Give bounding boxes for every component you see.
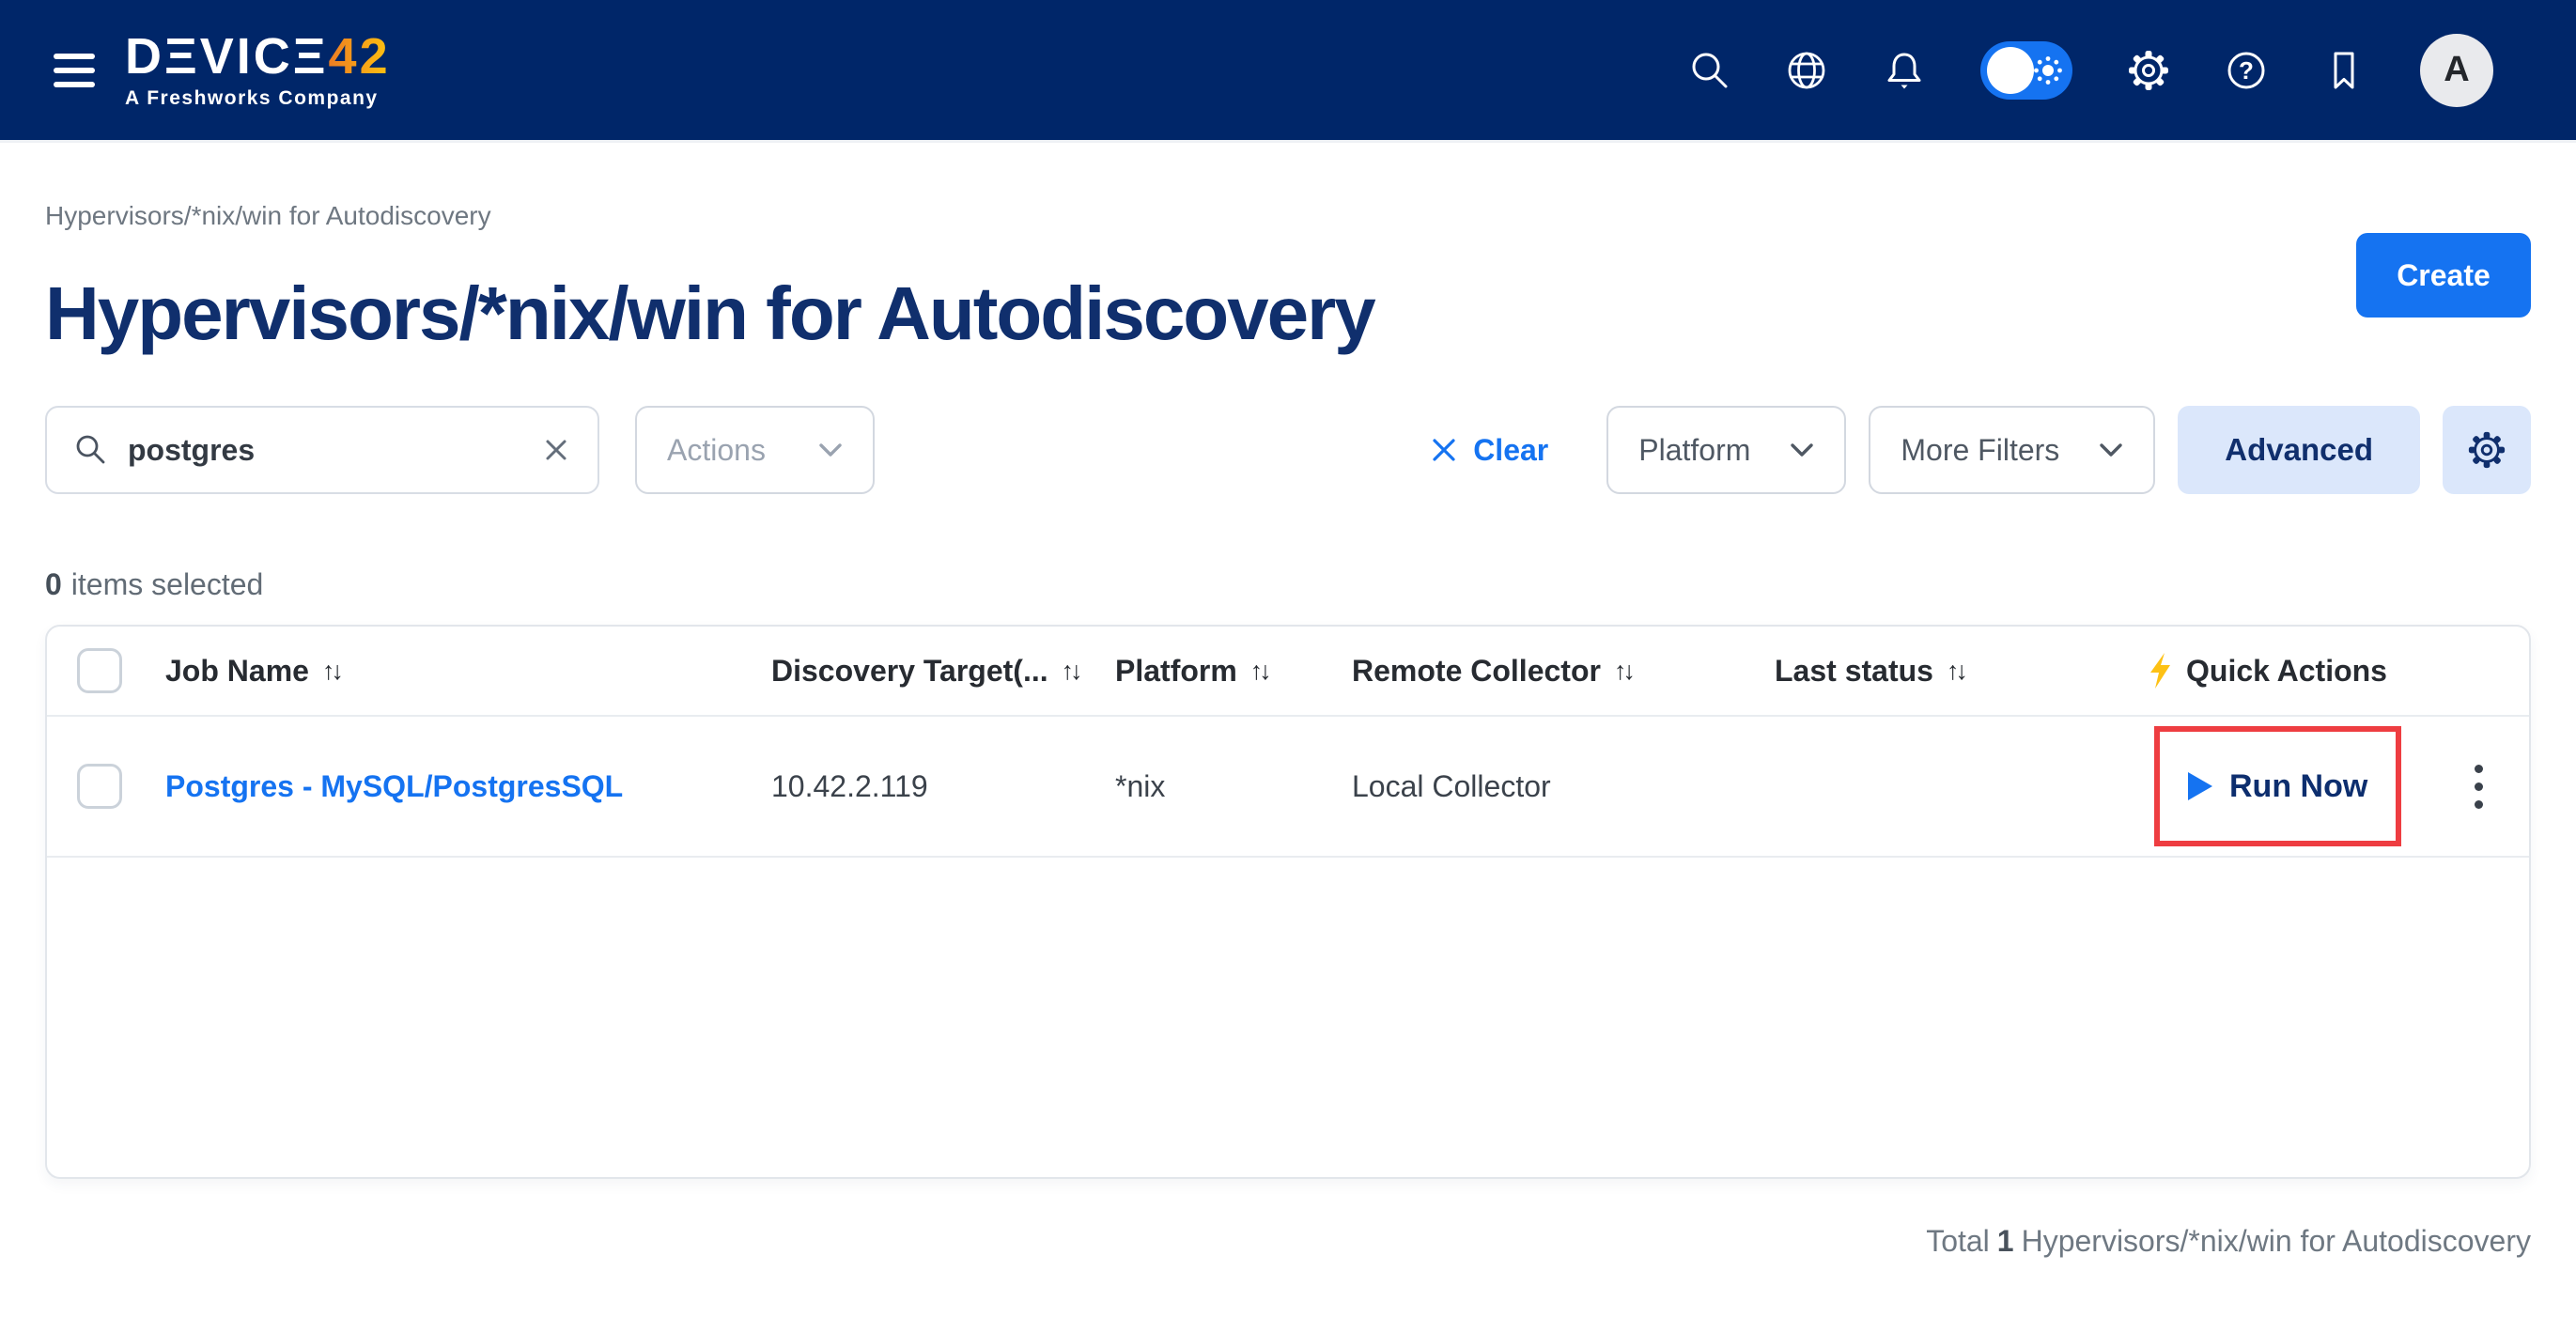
globe-icon[interactable] — [1785, 49, 1828, 92]
search-input[interactable] — [128, 433, 520, 468]
table-row: Postgres - MySQL/PostgresSQL 10.42.2.119… — [47, 717, 2529, 858]
gear-icon — [2466, 429, 2507, 471]
sort-icon[interactable]: ↑↓ — [1062, 657, 1079, 686]
search-box — [45, 406, 599, 494]
total-count: 1 — [1997, 1224, 2014, 1258]
bookmark-icon[interactable] — [2322, 49, 2366, 92]
sort-icon[interactable]: ↑↓ — [1250, 657, 1268, 686]
navbar-left: DΞVICΞ42 A Freshworks Company — [54, 31, 391, 110]
job-name-link[interactable]: Postgres - MySQL/PostgresSQL — [165, 769, 623, 804]
search-icon — [73, 433, 107, 467]
logo-tagline: A Freshworks Company — [125, 87, 391, 110]
jobs-table: Job Name ↑↓ Discovery Target(... ↑↓ Plat… — [45, 625, 2531, 1179]
header-checkbox-cell — [47, 648, 150, 693]
select-all-checkbox[interactable] — [77, 648, 122, 693]
toolbar-left: Actions — [45, 406, 875, 494]
chevron-down-icon — [2099, 442, 2123, 457]
notifications-bell-icon[interactable] — [1883, 49, 1926, 92]
top-navbar: DΞVICΞ42 A Freshworks Company — [0, 0, 2576, 143]
avatar[interactable]: A — [2420, 34, 2493, 107]
sort-icon[interactable]: ↑↓ — [1947, 657, 1964, 686]
avatar-letter: A — [2444, 50, 2469, 90]
run-now-label: Run Now — [2229, 768, 2367, 805]
clear-label: Clear — [1473, 433, 1548, 468]
clear-search-icon[interactable] — [541, 435, 571, 465]
help-icon[interactable]: ? — [2225, 49, 2268, 92]
annotation-highlight-box: Run Now — [2154, 726, 2401, 846]
table-header-row: Job Name ↑↓ Discovery Target(... ↑↓ Plat… — [47, 627, 2529, 717]
logo-text-42: 42 — [329, 28, 391, 85]
total-suffix: Hypervisors/*nix/win for Autodiscovery — [2022, 1224, 2531, 1258]
page-title: Hypervisors/*nix/win for Autodiscovery — [45, 271, 1374, 357]
cell-job-name: Postgres - MySQL/PostgresSQL — [150, 769, 756, 804]
toggle-knob — [1987, 47, 2034, 94]
device42-logo: DΞVICΞ42 A Freshworks Company — [125, 31, 391, 110]
settings-gear-icon[interactable] — [2127, 49, 2170, 92]
title-row: Hypervisors/*nix/win for Autodiscovery C… — [45, 271, 2531, 357]
page-content: Hypervisors/*nix/win for Autodiscovery H… — [0, 201, 2576, 1259]
chevron-down-icon — [1790, 442, 1814, 457]
theme-toggle[interactable] — [1980, 41, 2072, 100]
platform-dropdown[interactable]: Platform — [1606, 406, 1846, 494]
more-filters-dropdown[interactable]: More Filters — [1869, 406, 2155, 494]
column-header-last-status[interactable]: Last status ↑↓ — [1760, 654, 2132, 689]
logo-wordmark: DΞVICΞ42 — [125, 31, 391, 82]
actions-dropdown[interactable]: Actions — [635, 406, 875, 494]
advanced-button[interactable]: Advanced — [2178, 406, 2420, 494]
actions-dropdown-label: Actions — [667, 433, 766, 468]
selection-count: 0 — [45, 567, 62, 601]
column-header-remote-collector[interactable]: Remote Collector ↑↓ — [1337, 654, 1760, 689]
more-filters-dropdown-label: More Filters — [1901, 433, 2059, 468]
column-header-discovery-target[interactable]: Discovery Target(... ↑↓ — [756, 654, 1100, 689]
selection-status: 0 items selected — [45, 567, 2531, 602]
logo-text-device: DΞVICΞ — [125, 28, 329, 85]
chevron-down-icon — [818, 442, 843, 457]
column-header-platform[interactable]: Platform ↑↓ — [1100, 654, 1337, 689]
selection-label: items selected — [71, 567, 264, 601]
search-icon[interactable] — [1687, 49, 1730, 92]
cell-row-menu — [2413, 755, 2529, 818]
total-label: Total — [1926, 1224, 1990, 1258]
svg-text:?: ? — [2239, 56, 2254, 85]
create-button[interactable]: Create — [2356, 233, 2531, 318]
cell-quick-actions: Run Now — [2132, 726, 2413, 846]
column-header-quick-actions: Quick Actions — [2132, 653, 2413, 689]
cell-remote-collector: Local Collector — [1337, 769, 1760, 804]
play-icon — [2188, 772, 2212, 800]
column-header-job-name[interactable]: Job Name ↑↓ — [150, 654, 756, 689]
toolbar-right: Clear Platform More Filters Advanced — [1430, 406, 2531, 494]
lightning-bolt-icon — [2147, 653, 2173, 689]
row-checkbox[interactable] — [77, 764, 122, 809]
platform-dropdown-label: Platform — [1638, 433, 1750, 468]
clear-x-icon — [1430, 436, 1458, 464]
table-total: Total1Hypervisors/*nix/win for Autodisco… — [45, 1224, 2531, 1259]
run-now-button[interactable]: Run Now — [2188, 768, 2367, 805]
toolbar: Actions Clear Platform More Filters — [45, 406, 2531, 494]
sun-icon — [2033, 55, 2063, 90]
cell-platform: *nix — [1100, 769, 1337, 804]
hamburger-menu-icon[interactable] — [54, 54, 95, 87]
navbar-icons: ? A — [1687, 34, 2493, 107]
clear-filters-button[interactable]: Clear — [1430, 433, 1548, 468]
kebab-menu-icon[interactable] — [2465, 755, 2492, 818]
breadcrumb: Hypervisors/*nix/win for Autodiscovery — [45, 201, 2531, 231]
column-settings-button[interactable] — [2443, 406, 2531, 494]
row-checkbox-cell — [47, 764, 150, 809]
sort-icon[interactable]: ↑↓ — [322, 657, 340, 686]
sort-icon[interactable]: ↑↓ — [1614, 657, 1632, 686]
cell-discovery-target: 10.42.2.119 — [756, 769, 1100, 804]
